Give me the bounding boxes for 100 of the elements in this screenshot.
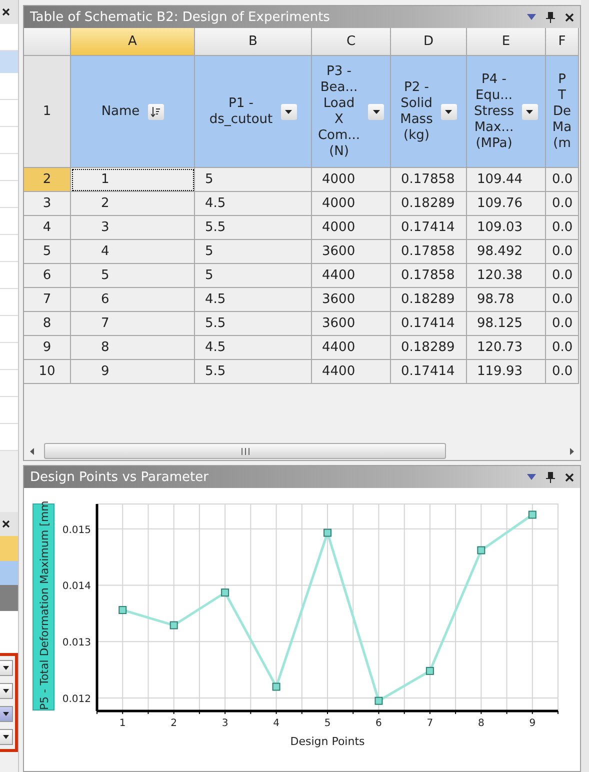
table-cell: 109.03 bbox=[467, 216, 546, 240]
table-cell: 119.93 bbox=[467, 360, 546, 384]
table-cell: 4000 bbox=[312, 216, 391, 240]
caret-icon bbox=[445, 110, 452, 114]
pin-icon[interactable] bbox=[546, 12, 555, 22]
list-row[interactable] bbox=[0, 181, 18, 208]
list-row[interactable] bbox=[0, 343, 18, 370]
x-tick-label: 5 bbox=[324, 718, 331, 729]
filter-button[interactable] bbox=[368, 104, 384, 120]
table-cell: 4400 bbox=[312, 264, 391, 288]
table-cell: 5.5 bbox=[195, 312, 312, 336]
column-header: P3 - Bea... Load X Com... (N) bbox=[318, 64, 360, 160]
row-number[interactable]: 10 bbox=[24, 360, 71, 384]
data-point bbox=[272, 682, 280, 691]
close-icon[interactable] bbox=[2, 8, 10, 16]
list-row[interactable] bbox=[0, 424, 18, 451]
table-cell: 0.0 bbox=[546, 264, 579, 288]
table-cell: 120.38 bbox=[467, 264, 546, 288]
table-cell: 120.73 bbox=[467, 336, 546, 360]
x-axis-title: Design Points bbox=[290, 735, 365, 748]
table-cell: 0.0 bbox=[546, 192, 579, 216]
dropdown-button[interactable] bbox=[0, 683, 13, 699]
dropdown-button[interactable] bbox=[0, 706, 13, 722]
table-cell: 2 bbox=[71, 192, 195, 216]
list-row[interactable] bbox=[0, 154, 18, 181]
dropdown-button[interactable] bbox=[0, 729, 13, 745]
column-letter[interactable]: D bbox=[391, 28, 467, 56]
table-cell: 0.0 bbox=[546, 288, 579, 312]
list-row[interactable] bbox=[0, 289, 18, 316]
x-tick-label: 3 bbox=[222, 718, 228, 729]
y-axis-title: P5 - Total Deformation Maximum [mm bbox=[38, 500, 51, 710]
table-cell: 9 bbox=[71, 360, 195, 384]
column-letter[interactable]: B bbox=[195, 28, 312, 56]
caret-icon bbox=[372, 110, 380, 114]
column-header: P2 - Solid Mass (kg) bbox=[400, 80, 433, 144]
row-number[interactable]: 7 bbox=[24, 288, 71, 312]
data-point bbox=[170, 621, 178, 630]
row-number[interactable]: 3 bbox=[24, 192, 71, 216]
table-cell: 0.0 bbox=[546, 312, 579, 336]
table-cell: 4400 bbox=[312, 336, 391, 360]
list-row[interactable] bbox=[0, 24, 18, 51]
dropdown-icon[interactable] bbox=[527, 474, 536, 480]
caret-icon bbox=[3, 666, 9, 670]
dropdown-button[interactable] bbox=[0, 660, 13, 676]
table-cell: 5 bbox=[71, 264, 195, 288]
list-row[interactable] bbox=[0, 235, 18, 262]
sort-button[interactable] bbox=[148, 104, 164, 120]
row-number[interactable]: 6 bbox=[24, 264, 71, 288]
filter-button[interactable] bbox=[440, 104, 457, 120]
list-row[interactable] bbox=[0, 208, 18, 235]
column-letter[interactable]: E bbox=[467, 28, 546, 56]
list-row[interactable] bbox=[0, 100, 18, 127]
table-cell: 98.78 bbox=[467, 288, 546, 312]
dropdown-icon[interactable] bbox=[527, 14, 536, 20]
table-cell: 0.0 bbox=[546, 216, 579, 240]
table-corner[interactable] bbox=[24, 28, 71, 56]
x-tick-label: 2 bbox=[170, 718, 178, 729]
list-row[interactable] bbox=[0, 316, 18, 343]
row-number[interactable]: 4 bbox=[24, 216, 71, 240]
column-letter[interactable]: A bbox=[71, 28, 195, 56]
close-icon[interactable] bbox=[565, 472, 574, 482]
table-cell: 0.0 bbox=[546, 168, 579, 192]
table-cell: 3600 bbox=[312, 288, 391, 312]
y-tick-label: 0.013 bbox=[62, 638, 91, 649]
table-cell: 1 bbox=[71, 168, 195, 192]
data-point bbox=[528, 510, 536, 519]
list-row[interactable] bbox=[0, 73, 18, 100]
panel-title: Table of Schematic B2: Design of Experiments bbox=[30, 10, 331, 24]
x-tick-label: 4 bbox=[273, 718, 280, 729]
row-number[interactable]: 2 bbox=[24, 168, 71, 192]
close-icon[interactable] bbox=[2, 520, 10, 528]
table-cell: 0.17858 bbox=[391, 240, 467, 264]
table-cell: 0.0 bbox=[546, 336, 579, 360]
table-cell: 8 bbox=[71, 336, 195, 360]
scroll-right-icon[interactable] bbox=[570, 448, 574, 454]
list-row[interactable] bbox=[0, 397, 18, 424]
table-cell: 0.18289 bbox=[391, 336, 467, 360]
y-tick-label: 0.015 bbox=[62, 524, 91, 536]
close-icon[interactable] bbox=[565, 12, 574, 22]
row-number[interactable]: 8 bbox=[24, 312, 71, 336]
table-cell: 7 bbox=[71, 312, 195, 336]
filter-button[interactable] bbox=[280, 104, 297, 120]
table-cell: 4000 bbox=[312, 168, 391, 192]
scroll-left-icon[interactable] bbox=[30, 448, 34, 454]
filter-button[interactable] bbox=[522, 104, 538, 120]
row-number[interactable]: 9 bbox=[24, 336, 71, 360]
sort-icon bbox=[151, 106, 160, 116]
caret-icon bbox=[3, 735, 9, 739]
column-header: Name bbox=[101, 104, 140, 120]
list-row[interactable] bbox=[0, 262, 18, 289]
row-number[interactable]: 5 bbox=[24, 240, 71, 264]
pin-icon[interactable] bbox=[546, 472, 555, 482]
column-letter[interactable]: C bbox=[312, 28, 391, 56]
column-letter[interactable]: F bbox=[546, 28, 579, 56]
list-row[interactable] bbox=[0, 127, 18, 154]
data-point bbox=[374, 696, 383, 705]
table-cell: 98.125 bbox=[467, 312, 546, 336]
scrollbar-thumb[interactable] bbox=[44, 443, 446, 459]
table-cell: 109.44 bbox=[467, 168, 546, 192]
list-row[interactable] bbox=[0, 370, 18, 397]
